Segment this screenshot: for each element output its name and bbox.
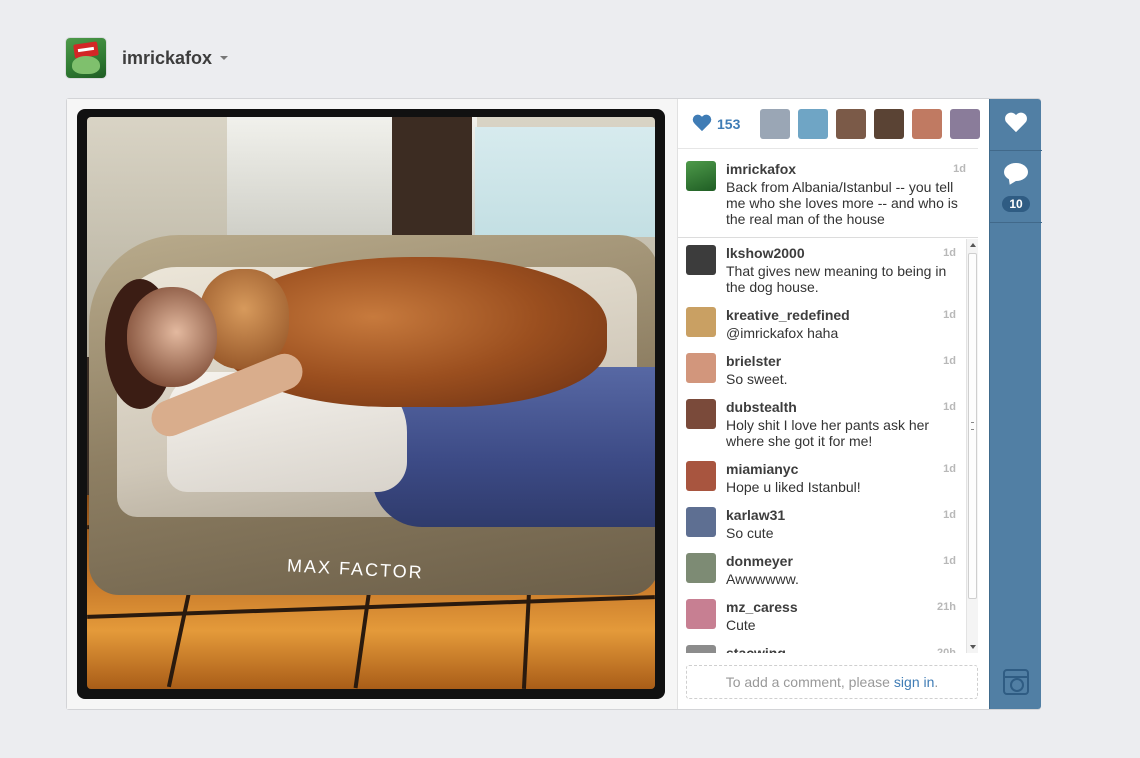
- liker-avatar[interactable]: [912, 109, 942, 139]
- comment-username[interactable]: kreative_redefined: [726, 307, 850, 323]
- photo-area: MAX FACTOR: [67, 99, 678, 709]
- caption-avatar[interactable]: [686, 161, 716, 191]
- sign-in-link[interactable]: sign in: [894, 674, 934, 690]
- scroll-down-arrow-icon[interactable]: [970, 645, 976, 649]
- comment-time: 1d: [943, 355, 956, 367]
- photo-frame[interactable]: MAX FACTOR: [77, 109, 665, 699]
- comment-text: Cute: [726, 617, 756, 633]
- comment-time: 21h: [937, 601, 956, 613]
- scroll-up-arrow-icon[interactable]: [970, 243, 976, 247]
- add-comment-suffix: .: [934, 674, 939, 690]
- like-button[interactable]: [990, 99, 1042, 151]
- chevron-down-icon[interactable]: [220, 56, 229, 60]
- comment-username[interactable]: dubstealth: [726, 399, 797, 415]
- comment-bubble-icon: [1004, 163, 1028, 181]
- comment-username[interactable]: stacwing: [726, 645, 786, 653]
- grip-icon: [971, 422, 974, 430]
- photo-cabinet-right: [475, 127, 655, 237]
- liker-avatar[interactable]: [760, 109, 790, 139]
- liker-avatar[interactable]: [950, 109, 980, 139]
- floor-tile-line: [87, 594, 655, 619]
- comment-avatar[interactable]: [686, 307, 716, 337]
- comment-time: 1d: [943, 247, 956, 259]
- comment-avatar[interactable]: [686, 645, 716, 653]
- caption-time: 1d: [953, 163, 966, 175]
- profile-header: imrickafox: [66, 38, 229, 78]
- comment-time: 1d: [943, 463, 956, 475]
- likes-bar: 153: [678, 99, 980, 149]
- comment-time: 1d: [943, 309, 956, 321]
- comment-text: That gives new meaning to being in the d…: [726, 263, 947, 295]
- comment-avatar[interactable]: [686, 599, 716, 629]
- comment-time: 20h: [937, 647, 956, 653]
- like-count[interactable]: 153: [717, 116, 740, 132]
- comment-username[interactable]: mz_caress: [726, 599, 798, 615]
- comments-scrollbar[interactable]: [966, 239, 978, 653]
- comment-avatar[interactable]: [686, 245, 716, 275]
- logo-globe: [72, 56, 100, 74]
- comments-list[interactable]: lkshow2000 1d That gives new meaning to be…: [678, 239, 978, 653]
- details-panel: 153 imrickafox 1d Back from Albania/Ista…: [678, 99, 980, 709]
- instagram-camera-icon[interactable]: [1003, 669, 1029, 695]
- liker-avatar[interactable]: [836, 109, 866, 139]
- comment-text: Holy shit I love her pants ask her where…: [726, 417, 930, 449]
- comment-text: So cute: [726, 525, 774, 541]
- comment-text: So sweet.: [726, 371, 788, 387]
- add-comment-prefix: To add a comment, please: [725, 674, 890, 690]
- comment-avatar[interactable]: [686, 507, 716, 537]
- comment-time: 1d: [943, 509, 956, 521]
- comment-username[interactable]: karlaw31: [726, 507, 785, 523]
- caption: imrickafox 1d Back from Albania/Istanbul…: [678, 149, 978, 238]
- photo-card: MAX FACTOR 153 imrickafox 1d Back from A…: [66, 98, 1042, 710]
- profile-username[interactable]: imrickafox: [122, 48, 212, 69]
- comment-time: 1d: [943, 555, 956, 567]
- liker-avatar[interactable]: [798, 109, 828, 139]
- liker-avatar[interactable]: [874, 109, 904, 139]
- comment-username[interactable]: lkshow2000: [726, 245, 805, 261]
- comment-username[interactable]: donmeyer: [726, 553, 793, 569]
- comment-username[interactable]: miamianyc: [726, 461, 798, 477]
- profile-avatar[interactable]: [66, 38, 106, 78]
- heart-icon: [1004, 113, 1028, 135]
- comment-text: @imrickafox haha: [726, 325, 839, 341]
- comment-avatar[interactable]: [686, 399, 716, 429]
- likers-list: [760, 109, 980, 139]
- comment-count-badge: 10: [1002, 196, 1030, 212]
- comment-text: Hope u liked Istanbul!: [726, 479, 861, 495]
- comment-avatar[interactable]: [686, 461, 716, 491]
- photo-image: MAX FACTOR: [87, 117, 655, 689]
- comments-button[interactable]: 10: [990, 151, 1042, 223]
- scroll-thumb[interactable]: [968, 253, 977, 599]
- caption-username[interactable]: imrickafox: [726, 161, 796, 177]
- heart-icon: [692, 115, 712, 133]
- photo-person-head: [127, 287, 217, 387]
- add-comment-box[interactable]: To add a comment, please sign in.: [686, 665, 978, 699]
- comment-time: 1d: [943, 401, 956, 413]
- action-sidebar: 10: [989, 99, 1042, 709]
- comment-username[interactable]: brielster: [726, 353, 781, 369]
- comment-avatar[interactable]: [686, 553, 716, 583]
- caption-text: Back from Albania/Istanbul -- you tell m…: [726, 179, 958, 227]
- comment-avatar[interactable]: [686, 353, 716, 383]
- comment-text: Awwwwww.: [726, 571, 799, 587]
